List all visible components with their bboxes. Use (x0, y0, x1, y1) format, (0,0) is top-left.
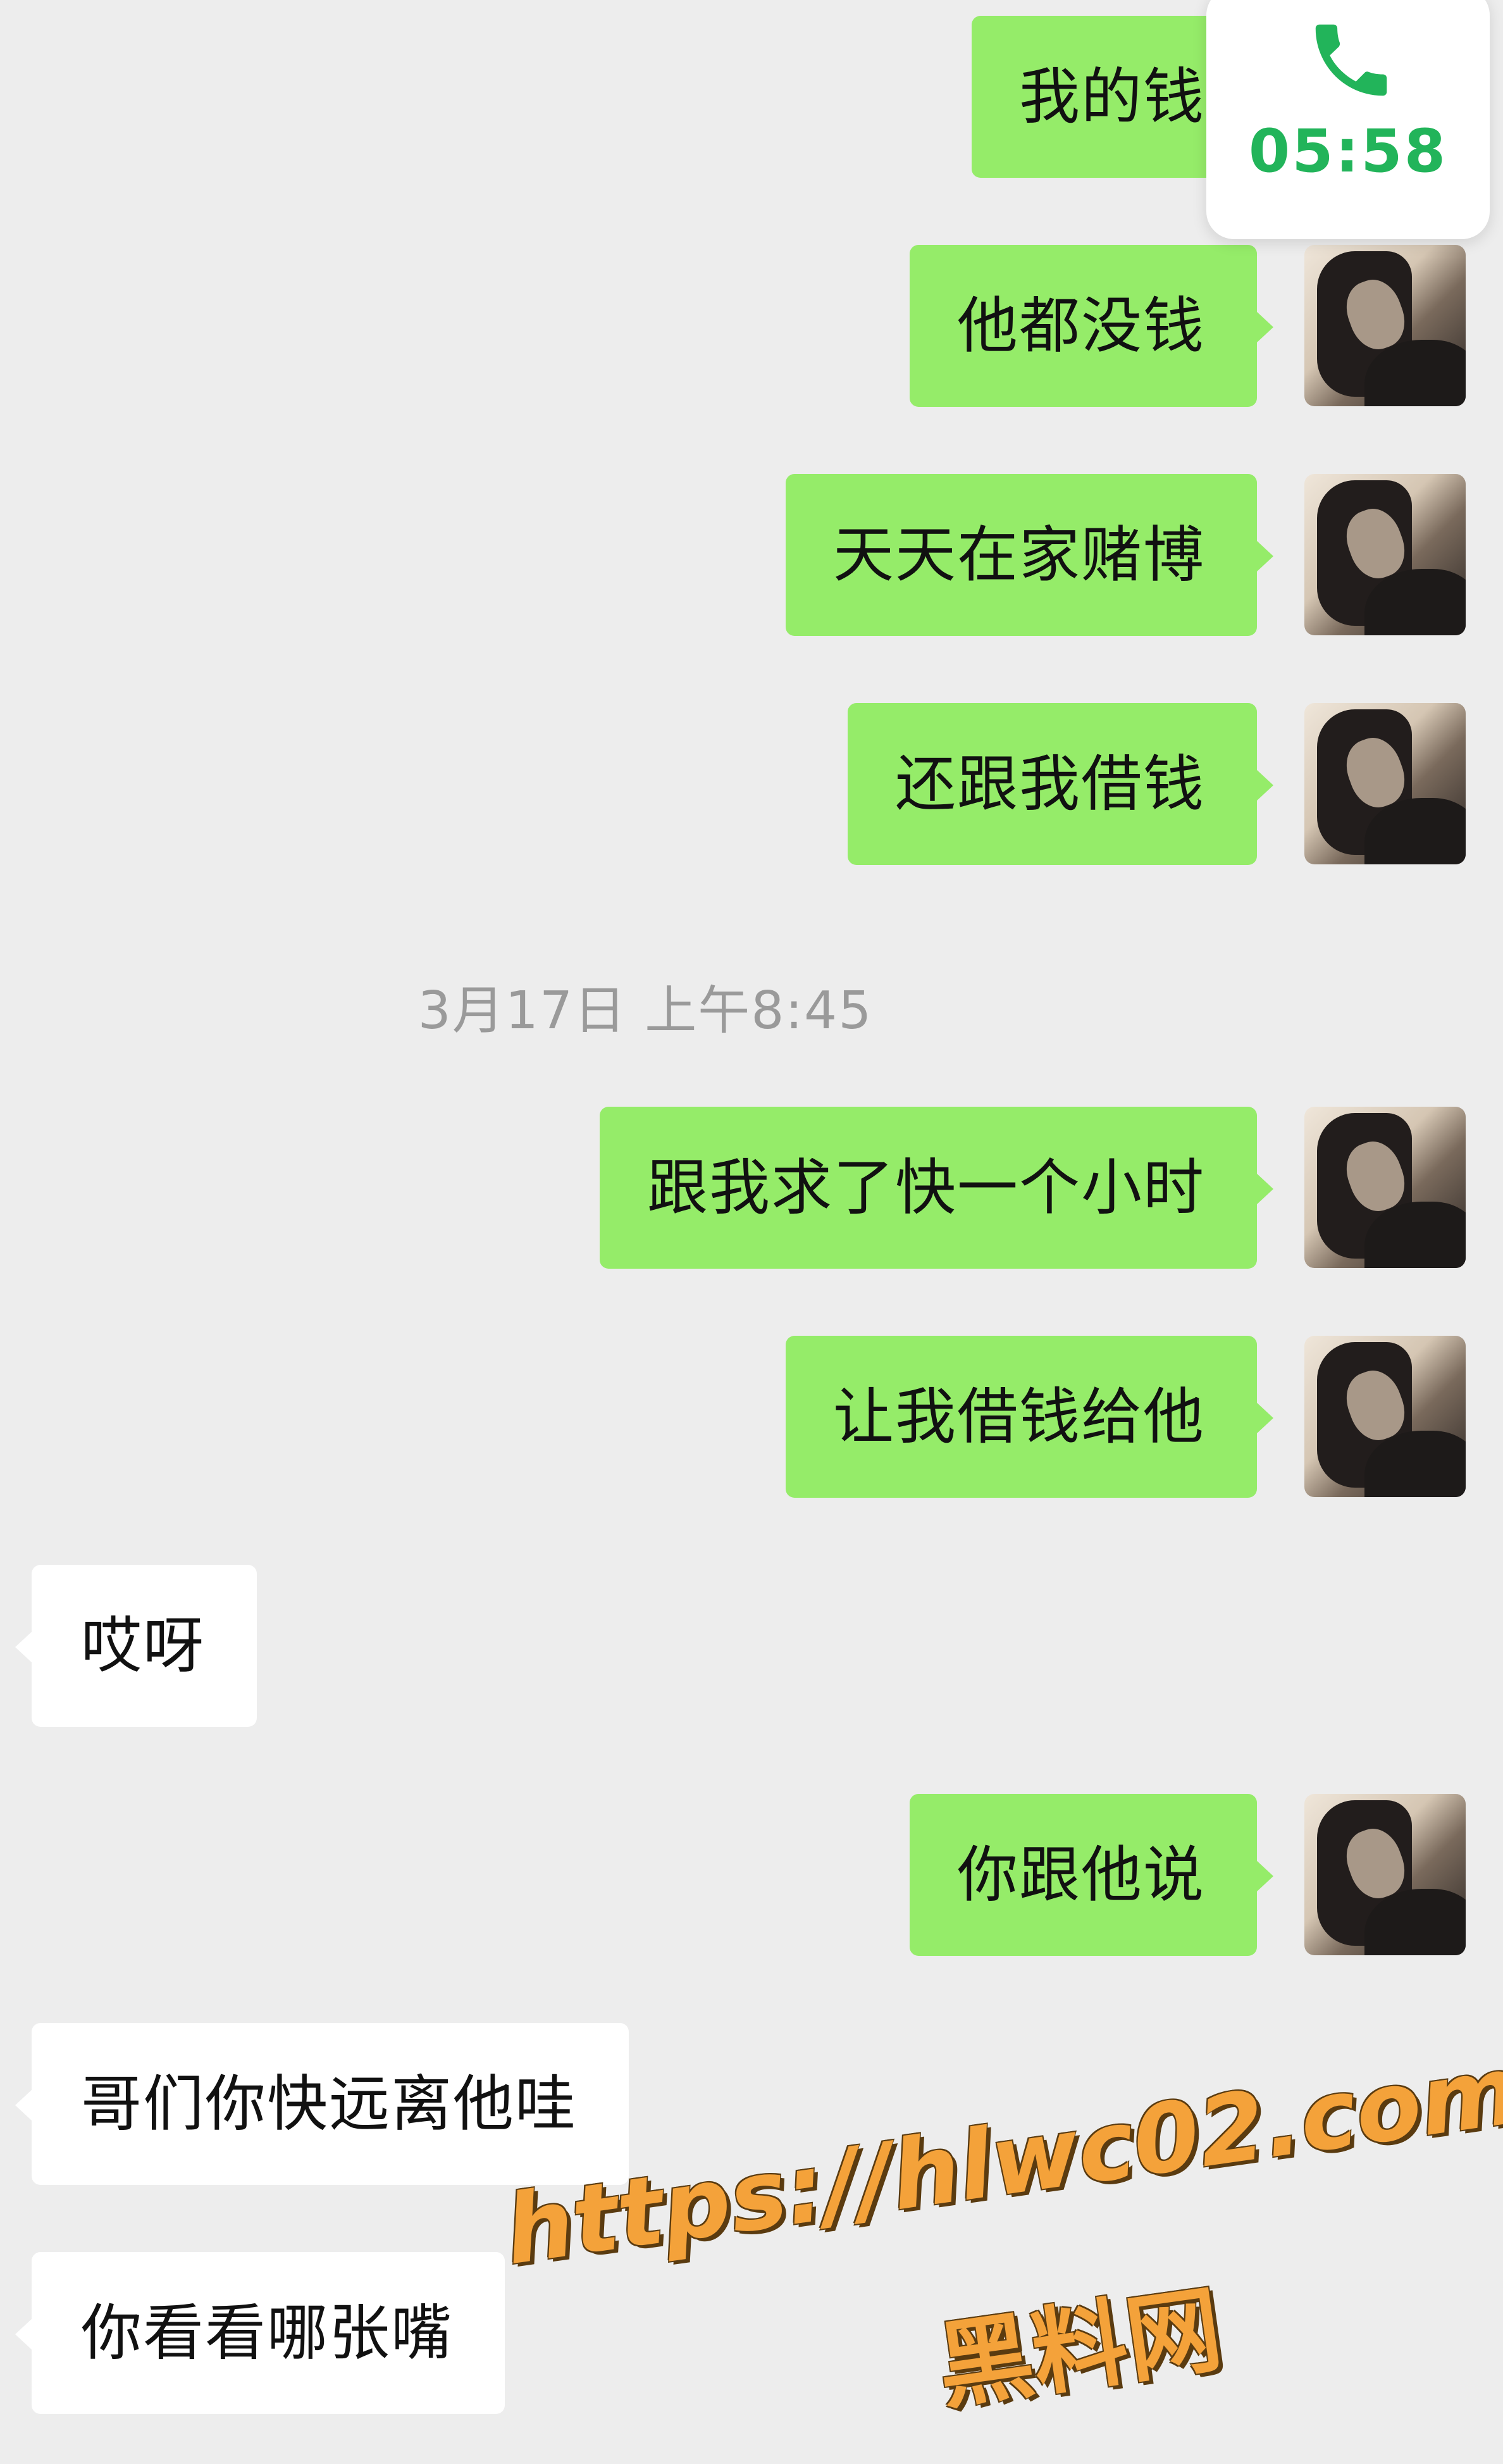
message-text: 还跟我借钱 (895, 749, 1205, 819)
message-bubble-outgoing[interactable]: 还跟我借钱 (848, 703, 1273, 865)
message-text: 跟我求了快一个小时 (647, 1152, 1205, 1223)
chat-view: 05:58 我的钱 他都没钱 天天在家赌博 还跟我借钱 3月17日 上午8:45… (0, 0, 1503, 2464)
avatar[interactable] (1304, 703, 1466, 864)
avatar[interactable] (1304, 1794, 1466, 1955)
message-text: 他都没钱 (957, 290, 1205, 361)
phone-icon (1315, 24, 1387, 96)
message-text: 让我借钱给他 (833, 1381, 1205, 1452)
message-bubble-outgoing[interactable]: 你跟他说 (910, 1794, 1273, 1956)
message-text: 你看看哪张嘴 (81, 2298, 453, 2368)
message-bubble-outgoing[interactable]: 天天在家赌博 (786, 474, 1273, 636)
avatar[interactable] (1304, 1107, 1466, 1268)
message-bubble-incoming[interactable]: 你看看哪张嘴 (15, 2252, 505, 2414)
avatar[interactable] (1304, 1336, 1466, 1497)
message-bubble-incoming[interactable]: 哎呀 (15, 1565, 257, 1727)
message-text: 我的钱 (1019, 61, 1205, 132)
message-timestamp: 3月17日 上午8:45 (418, 981, 873, 1041)
message-text: 你跟他说 (957, 1839, 1205, 1910)
watermark: https://hlwc02.com 黑料网 (498, 2035, 1503, 2423)
message-text: 哥们你快远离他哇 (81, 2069, 577, 2139)
avatar[interactable] (1304, 245, 1466, 406)
watermark-url: https://hlwc02.com (498, 2034, 1503, 2287)
watermark-site-name: 黑料网 (931, 2274, 1228, 2424)
message-bubble-outgoing[interactable]: 他都没钱 (910, 245, 1273, 407)
message-text: 哎呀 (81, 1610, 205, 1681)
message-bubble-outgoing[interactable]: 跟我求了快一个小时 (600, 1107, 1273, 1269)
call-timer: 05:58 (1248, 117, 1448, 186)
avatar[interactable] (1304, 474, 1466, 635)
message-bubble-outgoing[interactable]: 让我借钱给他 (786, 1336, 1273, 1498)
message-text: 天天在家赌博 (833, 520, 1205, 590)
call-floating-window[interactable]: 05:58 (1206, 0, 1490, 239)
